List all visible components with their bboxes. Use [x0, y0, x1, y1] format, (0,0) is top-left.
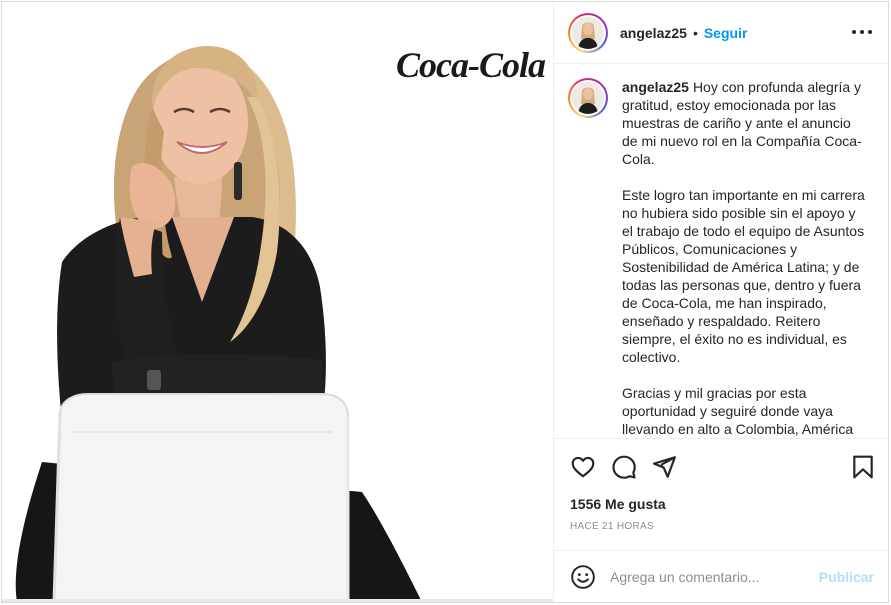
comment-icon[interactable]	[611, 454, 637, 480]
header-separator-dot: •	[692, 24, 698, 41]
caption-text: angelaz25 Hoy con profunda alegría y grat…	[622, 78, 866, 438]
follow-button[interactable]: Seguir	[704, 25, 748, 41]
likes-count[interactable]: 1556 Me gusta	[570, 496, 666, 512]
post-photo[interactable]: Coca-Cola	[2, 2, 553, 602]
add-comment-bar: Publicar	[554, 550, 888, 602]
coca-cola-logo: Coca-Cola	[396, 45, 546, 85]
emoji-icon[interactable]	[570, 564, 596, 590]
post-dialog: Coca-Cola angelaz25 • Seguir angelaz25 H…	[1, 1, 889, 603]
media-bottom-edge	[2, 599, 553, 602]
caption-avatar-photo	[572, 82, 604, 114]
caption-paragraph-3: Gracias y mil gracias por esta oportunid…	[622, 385, 854, 437]
heart-icon[interactable]	[570, 454, 596, 480]
action-bar	[554, 440, 888, 490]
post-side-panel: angelaz25 • Seguir angelaz25 Hoy con pro…	[553, 2, 888, 602]
post-timestamp[interactable]: HACE 21 HORAS	[570, 521, 654, 532]
avatar[interactable]	[568, 12, 608, 53]
caption-avatar[interactable]	[568, 78, 608, 118]
post-photo-illustration	[2, 2, 553, 602]
caption-paragraph-2: Este logro tan importante en mi carrera …	[622, 187, 865, 365]
bookmark-icon[interactable]	[850, 454, 876, 480]
publish-button[interactable]: Publicar	[819, 569, 874, 585]
comment-input[interactable]	[610, 568, 810, 585]
caption: angelaz25 Hoy con profunda alegría y grat…	[568, 78, 874, 438]
avatar-photo	[572, 16, 604, 49]
post-header: angelaz25 • Seguir	[554, 2, 888, 64]
paper-plane-icon[interactable]	[651, 454, 677, 480]
header-username[interactable]: angelaz25	[620, 25, 687, 41]
more-options-icon[interactable]	[852, 22, 872, 42]
caption-username[interactable]: angelaz25	[622, 79, 689, 95]
comments-section[interactable]: angelaz25 Hoy con profunda alegría y grat…	[554, 64, 888, 439]
